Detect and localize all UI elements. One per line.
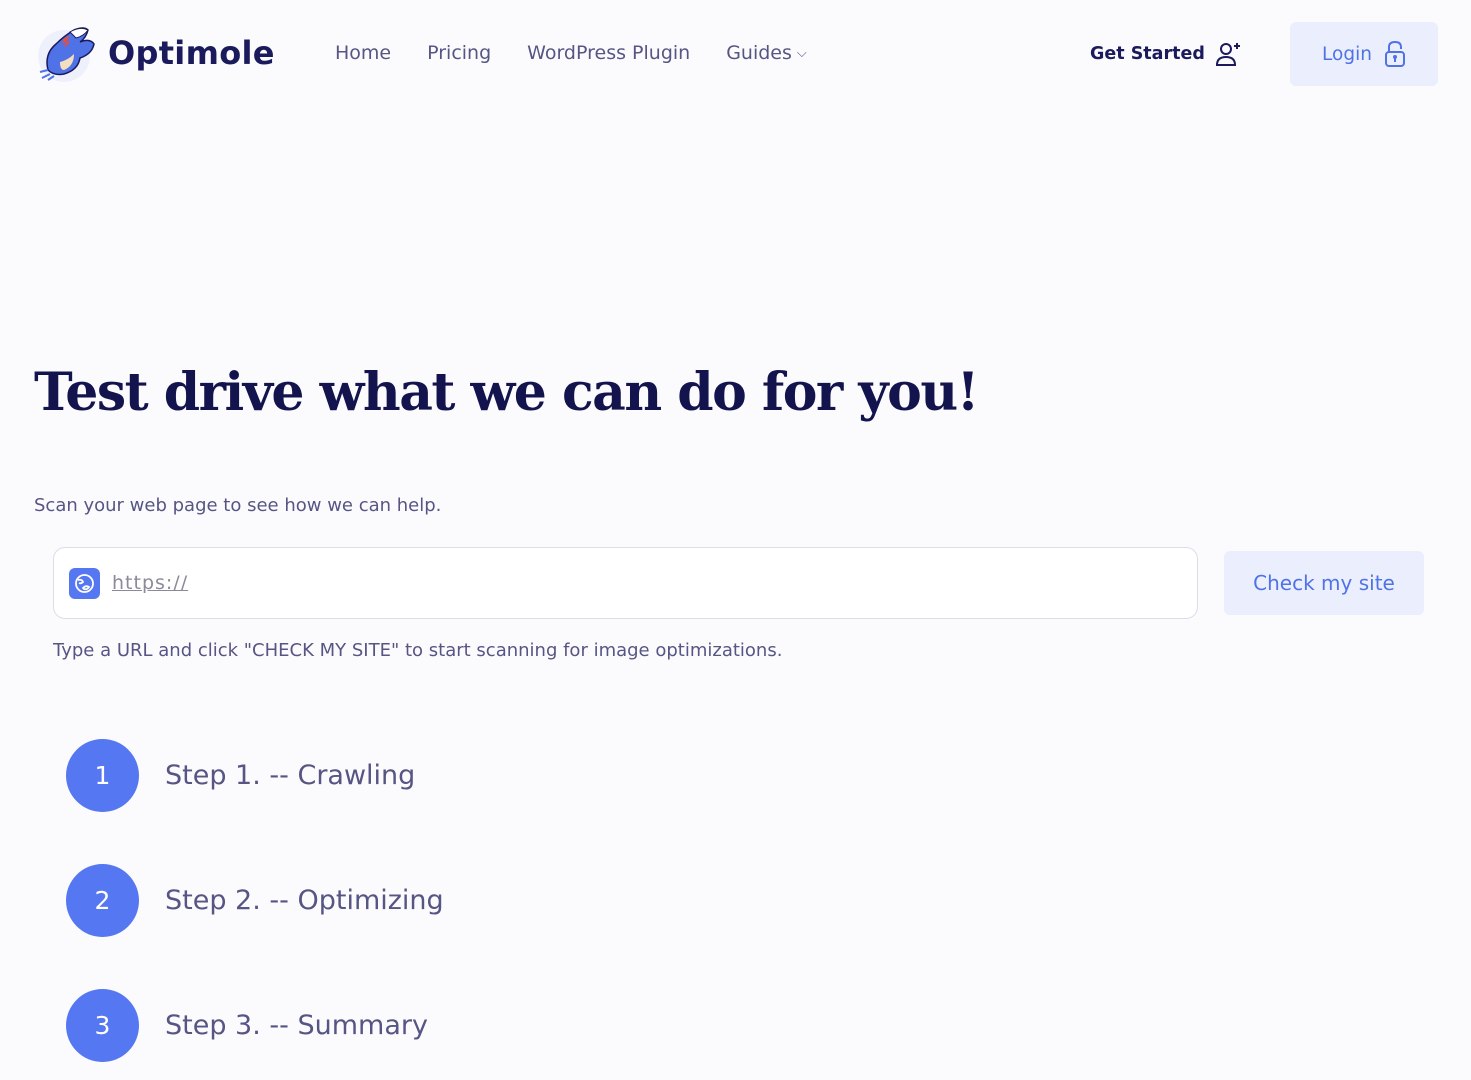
- step-item: 2 Step 2. -- Optimizing: [66, 864, 444, 937]
- nav-wordpress-plugin[interactable]: WordPress Plugin: [527, 42, 690, 64]
- check-my-site-button[interactable]: Check my site: [1224, 551, 1424, 615]
- site-header: Optimole Home Pricing WordPress Plugin G…: [0, 0, 1471, 110]
- nav-home[interactable]: Home: [335, 42, 391, 64]
- login-label: Login: [1322, 43, 1372, 65]
- step-label: Step 3. -- Summary: [165, 1010, 428, 1041]
- nav-pricing[interactable]: Pricing: [427, 42, 491, 64]
- step-item: 1 Step 1. -- Crawling: [66, 739, 415, 812]
- lock-icon: [1384, 40, 1405, 67]
- step-label: Step 2. -- Optimizing: [165, 885, 444, 916]
- step-item: 3 Step 3. -- Summary: [66, 989, 428, 1062]
- step-number-badge: 3: [66, 989, 139, 1062]
- get-started-link[interactable]: Get Started: [1090, 40, 1243, 68]
- nav-guides-label: Guides: [726, 42, 792, 64]
- mole-mascot-icon: [38, 27, 95, 82]
- get-started-label: Get Started: [1090, 44, 1205, 64]
- step-number-badge: 2: [66, 864, 139, 937]
- step-number-badge: 1: [66, 739, 139, 812]
- nav-guides[interactable]: Guides ⌵: [726, 42, 807, 64]
- page-subtitle: Scan your web page to see how we can hel…: [34, 495, 442, 516]
- main-nav: Home Pricing WordPress Plugin Guides ⌵: [335, 42, 807, 64]
- login-button[interactable]: Login: [1290, 22, 1438, 86]
- logo[interactable]: Optimole: [34, 20, 275, 86]
- helper-text: Type a URL and click "CHECK MY SITE" to …: [53, 640, 783, 661]
- step-label: Step 1. -- Crawling: [165, 760, 416, 791]
- page-title: Test drive what we can do for you!: [34, 362, 979, 423]
- brand-name: Optimole: [108, 34, 275, 72]
- url-input[interactable]: [110, 571, 1164, 595]
- globe-icon: [69, 567, 100, 599]
- chevron-down-icon: ⌵: [796, 46, 807, 61]
- url-field-container: [53, 547, 1198, 619]
- user-plus-icon: [1215, 43, 1240, 66]
